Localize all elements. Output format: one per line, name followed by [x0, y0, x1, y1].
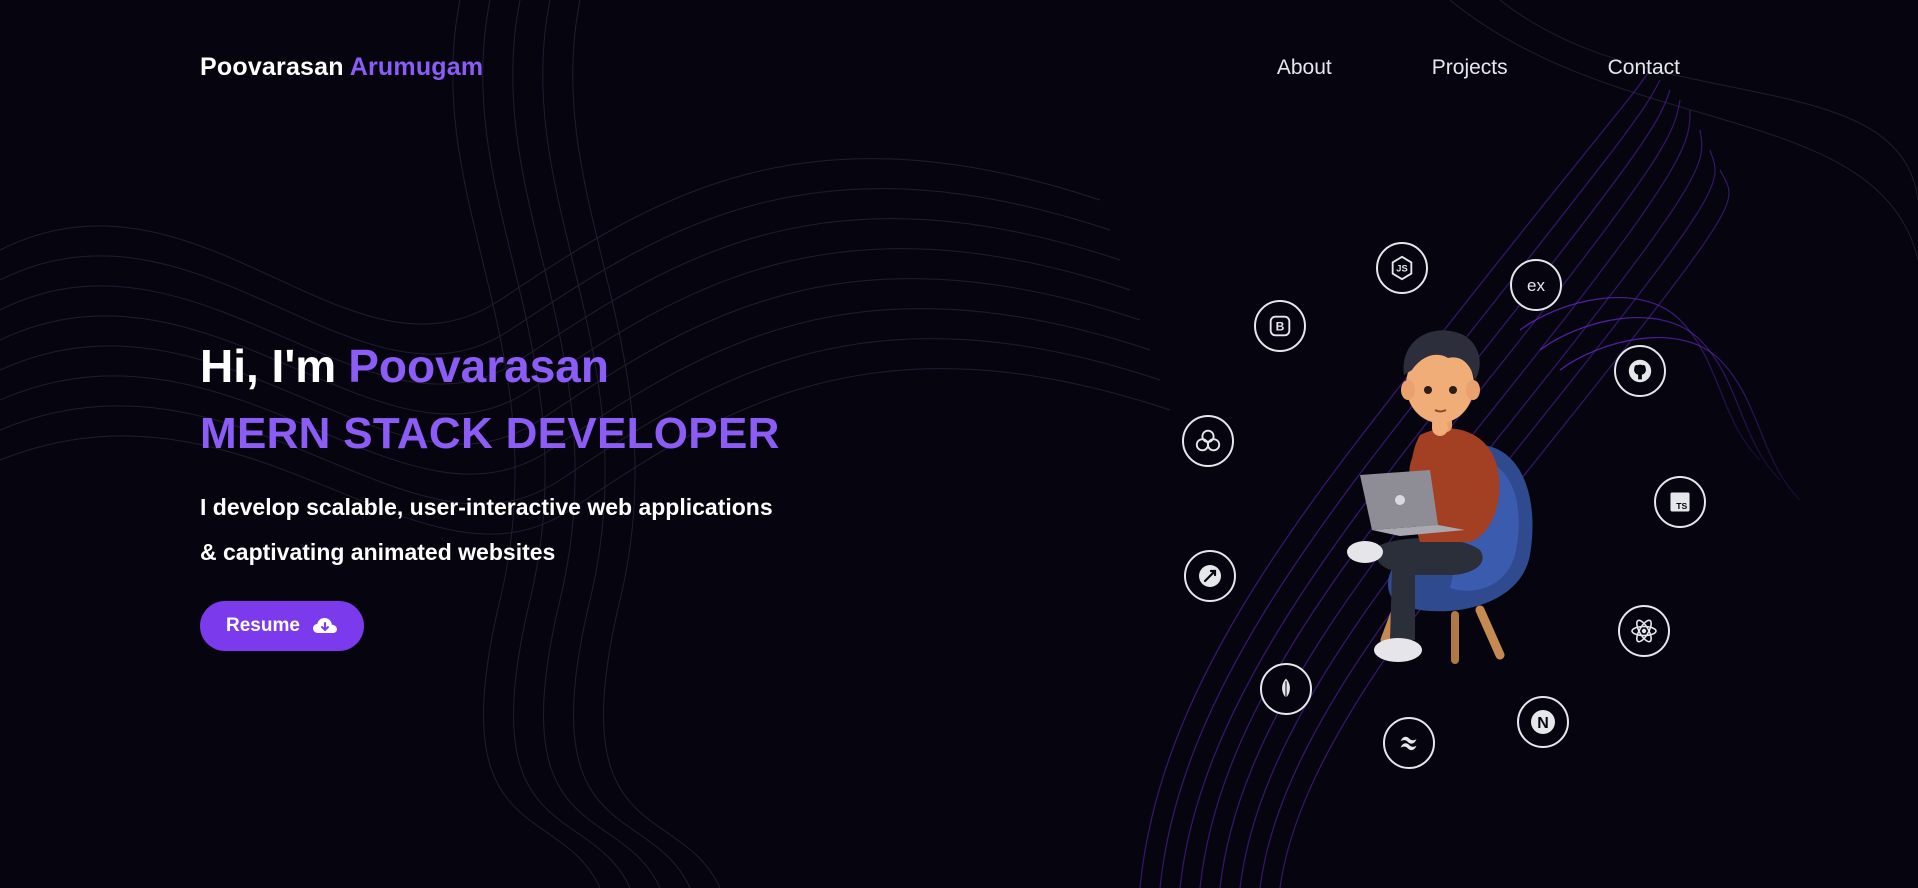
hero-greeting: Hi, I'm Poovarasan [200, 340, 780, 393]
resume-button-label: Resume [226, 615, 300, 637]
tagline-line-2: & captivating animated websites [200, 539, 556, 566]
developer-avatar-illustration [1347, 330, 1533, 664]
svg-text:TS: TS [1676, 501, 1687, 511]
express-icon[interactable]: ex [1510, 259, 1562, 311]
brand-first-name: Poovarasan [200, 53, 344, 81]
postman-icon[interactable] [1184, 550, 1236, 602]
nav-link-projects[interactable]: Projects [1432, 56, 1508, 80]
svg-text:N: N [1537, 715, 1549, 732]
tailwind-icon[interactable] [1383, 717, 1435, 769]
main-nav: About Projects Contact [1277, 56, 1680, 80]
redux-icon[interactable] [1182, 415, 1234, 467]
cloud-download-icon [312, 618, 337, 634]
mongodb-icon[interactable] [1260, 663, 1312, 715]
resume-button[interactable]: Resume [200, 601, 364, 652]
site-header: Poovarasan Arumugam About Projects Contac… [0, 0, 1918, 140]
svg-text:B: B [1276, 320, 1285, 334]
bootstrap-icon[interactable]: B [1254, 300, 1306, 352]
brand-logo[interactable]: Poovarasan Arumugam [200, 53, 483, 82]
hero-tagline: I develop scalable, user-interactive web… [200, 485, 780, 575]
svg-text:ex: ex [1527, 276, 1545, 295]
hero-section: Hi, I'm Poovarasan MERN STACK DEVELOPER I… [200, 340, 780, 652]
hero-name: Poovarasan [348, 340, 609, 392]
nav-link-about[interactable]: About [1277, 56, 1332, 80]
github-icon[interactable] [1614, 345, 1666, 397]
svg-text:JS: JS [1396, 264, 1407, 274]
nodejs-icon[interactable]: JS [1376, 242, 1428, 294]
greeting-text: Hi, I'm [200, 340, 337, 392]
typescript-icon[interactable]: TS [1654, 476, 1706, 528]
tagline-line-1: I develop scalable, user-interactive web… [200, 494, 773, 521]
hero-role: MERN STACK DEVELOPER [200, 408, 780, 458]
nextjs-icon[interactable]: N [1517, 696, 1569, 748]
brand-last-name: Arumugam [349, 53, 484, 81]
nav-link-contact[interactable]: Contact [1608, 56, 1680, 80]
react-icon[interactable] [1618, 605, 1670, 657]
